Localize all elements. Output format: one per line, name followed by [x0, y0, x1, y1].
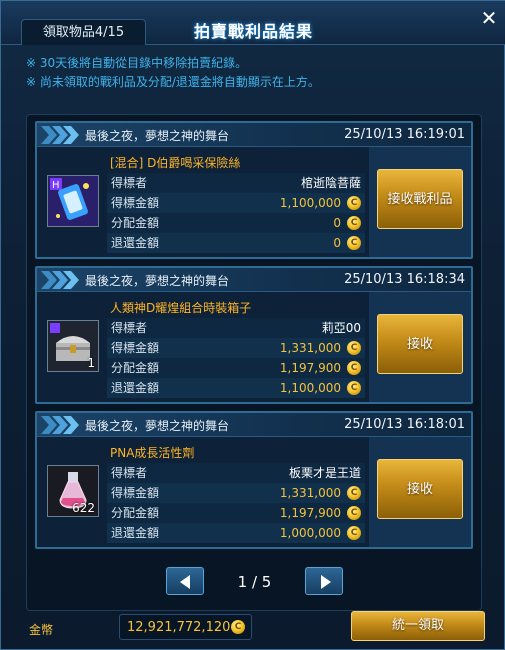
gold-coin-icon: C [347, 486, 361, 500]
row-label: 得標者 [111, 176, 148, 190]
distribution-row: 分配金額 1,197,900 C [107, 503, 365, 523]
refund-value: 0 [333, 236, 341, 250]
result-card: 最後之夜，夢想之神的舞台 25/10/13 16:19:01 [混合] D伯爵喝… [35, 121, 473, 259]
detail-rows: 得標者 棺逝陰菩薩 得標金額 1,100,000 C 分配金額 0 C 退還金額… [107, 173, 365, 253]
winning-bid-value: 1,331,000 [279, 486, 341, 500]
gold-coin-icon: C [347, 216, 361, 230]
row-label: 得標金額 [111, 341, 160, 355]
timestamp: 25/10/13 16:18:34 [344, 272, 465, 287]
refund-value: 1,000,000 [279, 526, 341, 540]
refund-value: 1,100,000 [279, 381, 341, 395]
timestamp: 25/10/13 16:19:01 [344, 127, 465, 142]
item-slot[interactable]: 622 [47, 465, 99, 517]
item-slot[interactable]: H [47, 175, 99, 227]
item-slot[interactable]: 1 [47, 320, 99, 372]
close-icon: ✕ [480, 6, 498, 30]
fuse-box-icon: H [48, 176, 98, 226]
page-indicator: 1 / 5 [237, 573, 272, 591]
winner-name: 板栗才是王道 [288, 466, 361, 480]
row-label: 分配金額 [111, 216, 160, 230]
gold-coin-icon: C [347, 236, 361, 250]
auction-loot-result-window: 領取物品4/15 拍賣戰利品結果 ✕ ※ 30天後將自動從目錄中移除拍賣紀錄。 … [0, 0, 505, 650]
distribution-value: 0 [333, 216, 341, 230]
gold-coin-icon: C [347, 341, 361, 355]
row-label: 退還金額 [111, 236, 160, 250]
winner-row: 得標者 板栗才是王道 [107, 463, 365, 483]
winner-name: 棺逝陰菩薩 [300, 176, 361, 190]
chevron-arrows-icon [41, 126, 79, 144]
winning-bid-row: 得標金額 1,100,000 C [107, 193, 365, 213]
notice-unclaimed: ※ 尚未領取的戰利品及分配/退還金將自動顯示在上方。 [26, 75, 320, 89]
card-header: 最後之夜，夢想之神的舞台 25/10/13 16:19:01 [37, 123, 471, 147]
row-label: 得標金額 [111, 486, 160, 500]
title-bar[interactable]: 領取物品4/15 拍賣戰利品結果 ✕ [1, 1, 505, 45]
winning-bid-row: 得標金額 1,331,000 C [107, 338, 365, 358]
detail-rows: 得標者 板栗才是王道 得標金額 1,331,000 C 分配金額 1,197,9… [107, 463, 365, 543]
distribution-row: 分配金額 1,197,900 C [107, 358, 365, 378]
money-label: 金幣 [29, 623, 54, 637]
timestamp: 25/10/13 16:18:01 [344, 417, 465, 432]
refund-row: 退還金額 1,000,000 C [107, 523, 365, 543]
row-label: 退還金額 [111, 381, 160, 395]
row-label: 得標者 [111, 466, 148, 480]
winning-bid-row: 得標金額 1,331,000 C [107, 483, 365, 503]
next-page-button[interactable] [305, 567, 343, 595]
item-name: 人類神D耀煌組合時裝箱子 [110, 301, 252, 315]
money-value: 12,921,772,120 [127, 620, 231, 635]
refund-row: 退還金額 1,100,000 C [107, 378, 365, 398]
gold-coin-icon: C [231, 620, 245, 634]
svg-text:H: H [52, 180, 60, 191]
winning-bid-value: 1,100,000 [279, 196, 341, 210]
detail-rows: 得標者 莉亞00 得標金額 1,331,000 C 分配金額 1,197,900… [107, 318, 365, 398]
window-title: 拍賣戰利品結果 [193, 22, 313, 41]
row-label: 退還金額 [111, 526, 160, 540]
winner-row: 得標者 棺逝陰菩薩 [107, 173, 365, 193]
row-label: 分配金額 [111, 506, 160, 520]
distribution-row: 分配金額 0 C [107, 213, 365, 233]
close-button[interactable]: ✕ [478, 7, 500, 29]
winner-name: 莉亞00 [321, 321, 361, 335]
card-header: 最後之夜，夢想之神的舞台 25/10/13 16:18:01 [37, 413, 471, 437]
result-card: 最後之夜，夢想之神的舞台 25/10/13 16:18:34 人類神D耀煌組合時… [35, 266, 473, 404]
receive-button[interactable]: 接收 [377, 459, 463, 519]
item-quantity: 622 [72, 501, 95, 515]
gold-coin-icon: C [347, 381, 361, 395]
receive-loot-button[interactable]: 接收戰利品 [377, 169, 463, 229]
refund-row: 退還金額 0 C [107, 233, 365, 253]
map-name: 最後之夜，夢想之神的舞台 [85, 129, 230, 143]
claim-all-button[interactable]: 統一領取 [351, 611, 485, 641]
row-label: 分配金額 [111, 361, 160, 375]
gold-coin-icon: C [347, 506, 361, 520]
distribution-value: 1,197,900 [279, 361, 341, 375]
arrow-right-icon [321, 575, 331, 589]
receive-button[interactable]: 接收 [377, 314, 463, 374]
arrow-left-icon [180, 575, 190, 589]
gold-coin-icon: C [347, 526, 361, 540]
item-name: PNA成長活性劑 [110, 446, 195, 460]
gold-coin-icon: C [347, 361, 361, 375]
card-header: 最後之夜，夢想之神的舞台 25/10/13 16:18:34 [37, 268, 471, 292]
distribution-value: 1,197,900 [279, 506, 341, 520]
chevron-arrows-icon [41, 271, 79, 289]
item-name: [混合] D伯爵喝采保險絲 [110, 156, 241, 170]
row-label: 得標者 [111, 321, 148, 335]
notice-expiry: ※ 30天後將自動從目錄中移除拍賣紀錄。 [26, 56, 248, 70]
gold-coin-icon: C [347, 196, 361, 210]
map-name: 最後之夜，夢想之神的舞台 [85, 419, 230, 433]
item-quantity: 1 [87, 356, 95, 370]
winning-bid-value: 1,331,000 [279, 341, 341, 355]
chevron-arrows-icon [41, 416, 79, 434]
row-label: 得標金額 [111, 196, 160, 210]
result-card: 最後之夜，夢想之神的舞台 25/10/13 16:18:01 PNA成長活性劑 … [35, 411, 473, 549]
money-display: 12,921,772,120 C [119, 614, 252, 640]
winner-row: 得標者 莉亞00 [107, 318, 365, 338]
map-name: 最後之夜，夢想之神的舞台 [85, 274, 230, 288]
prev-page-button[interactable] [166, 567, 204, 595]
